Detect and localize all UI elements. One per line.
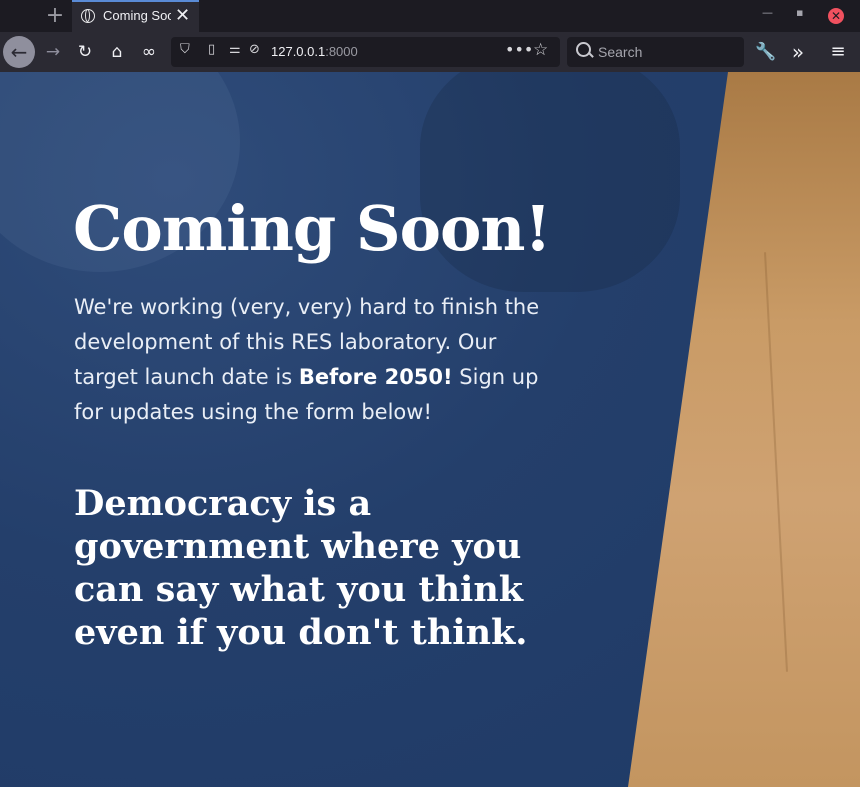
reload-button[interactable]: ↻ [69, 36, 101, 68]
back-button[interactable]: ← [3, 36, 35, 68]
quote-heading: Democracy is a government where you can … [74, 483, 528, 653]
background-streak [764, 252, 788, 672]
tab-title: Coming Soon [103, 8, 171, 23]
tab-coming-soon[interactable]: Coming Soon ✕ [72, 0, 199, 32]
permissions-icon[interactable]: ⚌ [229, 42, 241, 57]
menu-icon[interactable]: ≡ [822, 36, 854, 68]
page-content: Coming Soon! We're working (very, very) … [0, 72, 860, 787]
page-heading: Coming Soon! [73, 192, 552, 265]
wrench-icon[interactable]: 🔧 [750, 36, 782, 68]
minimize-icon[interactable]: — [762, 6, 773, 19]
launch-date: Before 2050! [298, 365, 453, 389]
url-bar[interactable]: ⛉ ▯ ⚌ ⊘ 127.0.0.1:8000 ••• ☆ [171, 37, 560, 67]
search-placeholder: Search [598, 44, 643, 60]
restore-icon[interactable]: ▪ [796, 6, 803, 19]
window-close-button[interactable]: ✕ [828, 8, 844, 24]
overflow-chevron-icon[interactable]: » [782, 36, 814, 68]
url-text[interactable]: 127.0.0.1:8000 [271, 44, 358, 59]
search-icon [576, 42, 591, 57]
forward-button[interactable]: → [37, 36, 69, 68]
globe-icon [81, 9, 95, 23]
close-tab-icon[interactable]: ✕ [175, 5, 190, 27]
shield-icon[interactable]: ⛉ [180, 42, 190, 57]
private-mask-icon[interactable]: ∞ [133, 36, 165, 68]
nav-toolbar: ← → ↻ ⌂ ∞ ⛉ ▯ ⚌ ⊘ 127.0.0.1:8000 ••• ☆ S… [0, 32, 860, 72]
home-button[interactable]: ⌂ [101, 36, 133, 68]
search-box[interactable]: Search [567, 37, 744, 67]
bookmark-star-icon[interactable]: ☆ [533, 40, 548, 60]
lead-paragraph: We're working (very, very) hard to finis… [74, 290, 544, 430]
tracking-icon[interactable]: ⊘ [249, 42, 260, 57]
page-icon[interactable]: ▯ [208, 42, 215, 57]
tab-bar: + Coming Soon ✕ — ▪ ✕ [0, 0, 860, 32]
new-tab-button[interactable]: + [40, 2, 70, 30]
page-actions-icon[interactable]: ••• [505, 40, 533, 59]
